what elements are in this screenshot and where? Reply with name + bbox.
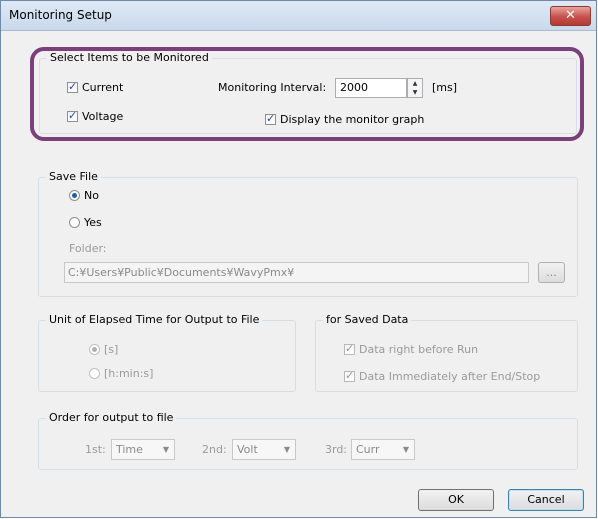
before-check-icon	[344, 342, 355, 355]
folder-path-input[interactable]: C:¥Users¥Public¥Documents¥WavyPmx¥	[64, 262, 529, 283]
first-order-value: Time	[116, 443, 143, 456]
cancel-label: Cancel	[527, 493, 565, 506]
elapsed-hms-radio[interactable]: [h:min:s]	[89, 367, 153, 380]
third-order-value: Curr	[356, 443, 380, 456]
select-items-legend: Select Items to be Monitored	[47, 51, 212, 64]
data-before-run-checkbox[interactable]: Data right before Run	[344, 342, 479, 356]
radio-icon	[89, 368, 100, 379]
third-label: 3rd:	[325, 443, 348, 456]
graph-check-icon	[265, 112, 276, 125]
chevron-down-icon: ▼	[402, 445, 409, 454]
window-title: Monitoring Setup	[9, 8, 112, 22]
voltage-label: Voltage	[82, 110, 124, 123]
interval-value: 2000	[340, 81, 368, 94]
interval-unit: [ms]	[432, 81, 458, 94]
voltage-check-icon	[67, 109, 78, 122]
elapsed-hms-label: [h:min:s]	[104, 367, 154, 380]
third-order-select[interactable]: Curr ▼	[351, 439, 415, 460]
interval-label: Monitoring Interval:	[218, 81, 327, 94]
elapsed-time-group: Unit of Elapsed Time for Output to File	[38, 313, 296, 392]
chevron-down-icon: ▼	[162, 445, 169, 454]
display-graph-checkbox[interactable]: Display the monitor graph	[265, 112, 425, 126]
browse-label: ...	[546, 266, 557, 279]
data-before-run-label: Data right before Run	[359, 343, 479, 356]
save-file-legend: Save File	[46, 170, 101, 183]
spin-down-icon: ▼	[412, 89, 418, 96]
close-icon: ✕	[565, 8, 576, 23]
ok-label: OK	[448, 493, 464, 506]
chevron-down-icon: ▼	[283, 445, 290, 454]
elapsed-seconds-label: [s]	[104, 343, 119, 356]
spin-up-icon: ▲	[412, 80, 418, 87]
voltage-checkbox[interactable]: Voltage	[67, 109, 124, 123]
data-after-stop-checkbox[interactable]: Data Immediately after End/Stop	[344, 369, 541, 383]
save-yes-label: Yes	[84, 216, 102, 229]
interval-input[interactable]: 2000	[335, 78, 407, 98]
saved-data-legend: for Saved Data	[323, 313, 412, 326]
current-label: Current	[82, 81, 124, 94]
current-checkbox[interactable]: Current	[67, 80, 124, 94]
order-legend: Order for output to file	[46, 411, 177, 424]
graph-label: Display the monitor graph	[280, 113, 425, 126]
after-check-icon	[344, 369, 355, 382]
title-bar: Monitoring Setup ✕	[1, 1, 596, 31]
ok-button[interactable]: OK	[418, 489, 494, 511]
radio-selected-icon	[89, 344, 100, 355]
interval-spinner[interactable]: ▲ ▼	[407, 78, 423, 98]
cancel-button[interactable]: Cancel	[508, 489, 584, 511]
browse-button[interactable]: ...	[538, 262, 565, 283]
folder-label: Folder:	[69, 242, 107, 255]
second-label: 2nd:	[202, 443, 227, 456]
radio-selected-icon	[69, 190, 80, 201]
current-check-icon	[67, 80, 78, 93]
data-after-stop-label: Data Immediately after End/Stop	[359, 370, 541, 383]
first-order-select[interactable]: Time ▼	[111, 439, 175, 460]
second-order-value: Volt	[237, 443, 258, 456]
save-no-radio[interactable]: No	[69, 189, 99, 202]
save-yes-radio[interactable]: Yes	[69, 216, 102, 229]
radio-icon	[69, 217, 80, 228]
first-label: 1st:	[85, 443, 106, 456]
save-no-label: No	[84, 189, 99, 202]
second-order-select[interactable]: Volt ▼	[232, 439, 296, 460]
elapsed-legend: Unit of Elapsed Time for Output to File	[46, 313, 263, 326]
folder-path-value: C:¥Users¥Public¥Documents¥WavyPmx¥	[68, 266, 295, 279]
elapsed-seconds-radio[interactable]: [s]	[89, 343, 118, 356]
close-button[interactable]: ✕	[550, 6, 591, 26]
